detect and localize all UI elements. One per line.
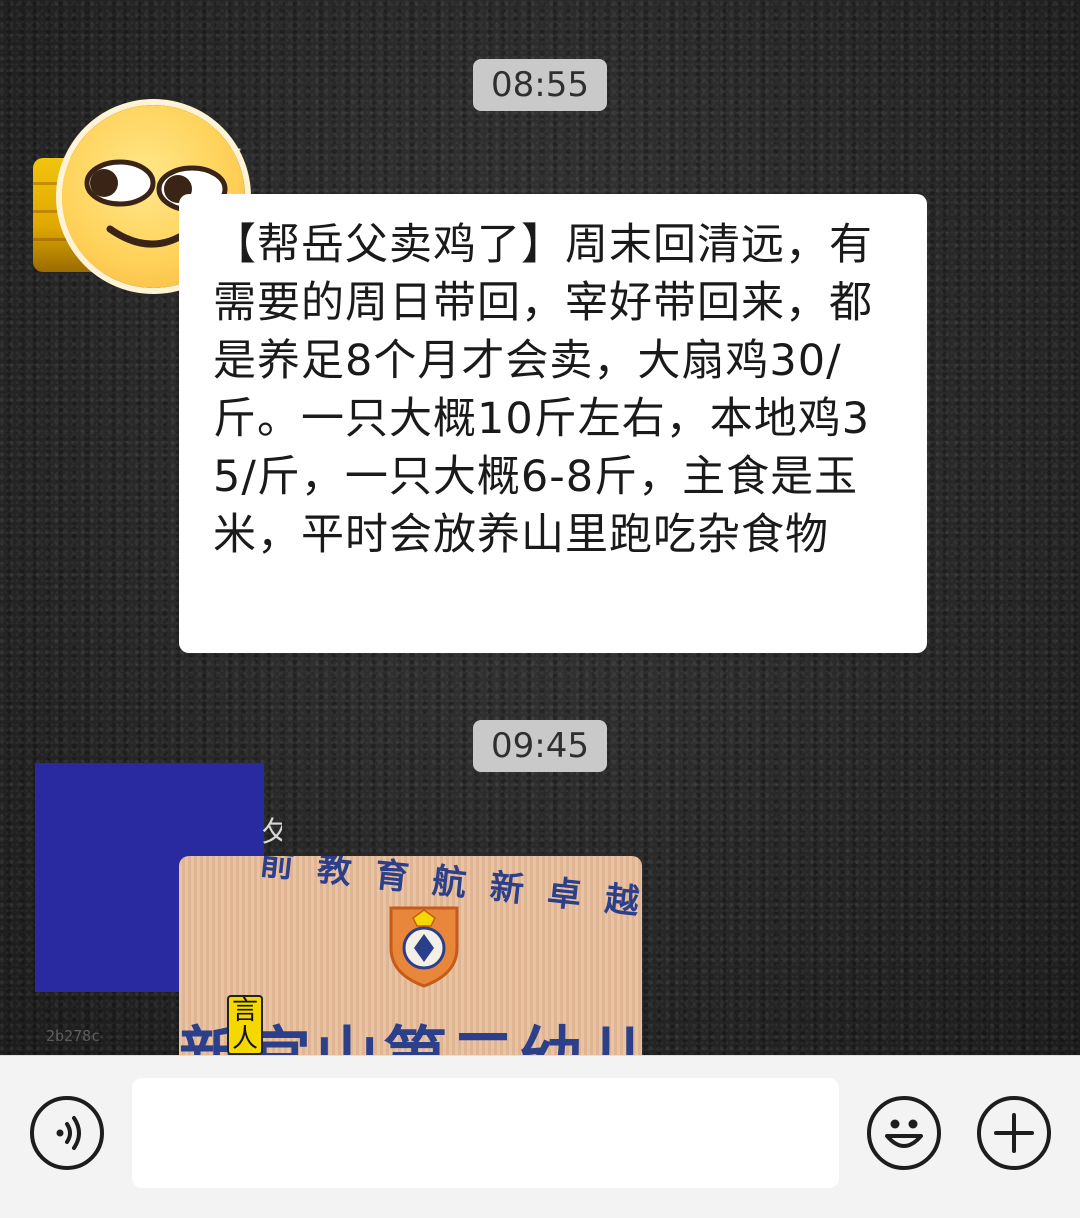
plus-icon [994,1113,1034,1153]
more-button[interactable] [977,1096,1051,1170]
emoji-icon [885,1119,923,1148]
message-timestamp: 08:55 [473,59,607,111]
yellow-sign-tag: 言人 [227,995,263,1055]
emoji-button[interactable] [867,1096,941,1170]
voice-icon [56,1116,81,1150]
message-input[interactable] [132,1078,839,1188]
message-text: 【帮岳父卖鸡了】周末回清远，有需要的周日带回，宰好带回来，都是养足8个月才会卖，… [213,220,873,560]
sender-name: 攵 [262,815,282,846]
message-timestamp: 09:45 [473,720,607,772]
school-badge-icon [387,904,461,988]
voice-button[interactable] [30,1096,104,1170]
input-bar [0,1055,1080,1218]
chat-history[interactable]: 08:55 F 【帮岳父卖鸡了】周末回清远，有需要的周日带回，宰好带回来，都是养… [0,0,1080,1055]
message-bubble[interactable]: 【帮岳父卖鸡了】周末回清远，有需要的周日带回，宰好带回来，都是养足8个月才会卖，… [179,194,927,653]
watermark: 2b278c [46,1027,101,1045]
